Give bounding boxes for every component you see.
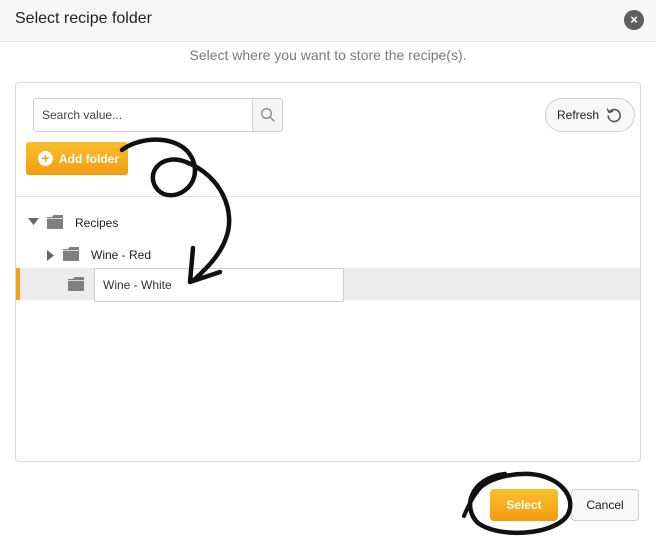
tree-node-wine-red[interactable]: Wine - Red	[16, 239, 640, 271]
select-button[interactable]: Select	[490, 489, 558, 521]
caret-right-icon[interactable]	[47, 250, 54, 261]
close-button[interactable]: ×	[624, 10, 644, 30]
tree-divider	[16, 196, 640, 197]
add-folder-button[interactable]: + Add folder	[26, 142, 128, 175]
tree-node-wine-white[interactable]	[16, 268, 640, 302]
plus-circle-icon: +	[38, 151, 53, 166]
dialog-subtitle: Select where you want to store the recip…	[189, 47, 467, 63]
folder-rename-input[interactable]	[94, 268, 344, 302]
cancel-button[interactable]: Cancel	[571, 489, 639, 521]
caret-down-icon[interactable]	[28, 218, 39, 226]
tree-label-wine-red: Wine - Red	[91, 248, 152, 262]
selection-indicator	[16, 268, 20, 300]
refresh-icon	[606, 108, 621, 123]
search-box	[33, 98, 283, 132]
magnifier-icon	[260, 107, 275, 122]
add-folder-label: Add folder	[59, 151, 119, 166]
search-button[interactable]	[252, 99, 282, 131]
folder-icon	[63, 247, 79, 261]
folder-panel: Refresh + Add folder Recipes	[15, 82, 641, 462]
select-recipe-folder-dialog: Select recipe folder × Select where you …	[0, 0, 656, 538]
refresh-button[interactable]: Refresh	[545, 98, 635, 132]
close-icon: ×	[630, 12, 638, 27]
tree-label-recipes: Recipes	[75, 216, 119, 230]
dialog-header: Select recipe folder ×	[0, 0, 656, 42]
annotation-circle-tail	[462, 484, 484, 518]
search-input[interactable]	[34, 99, 252, 131]
folder-icon	[47, 215, 63, 229]
refresh-label: Refresh	[557, 108, 600, 122]
dialog-title: Select recipe folder	[15, 10, 152, 27]
folder-icon	[68, 277, 84, 291]
tree-node-recipes[interactable]: Recipes	[16, 207, 640, 239]
